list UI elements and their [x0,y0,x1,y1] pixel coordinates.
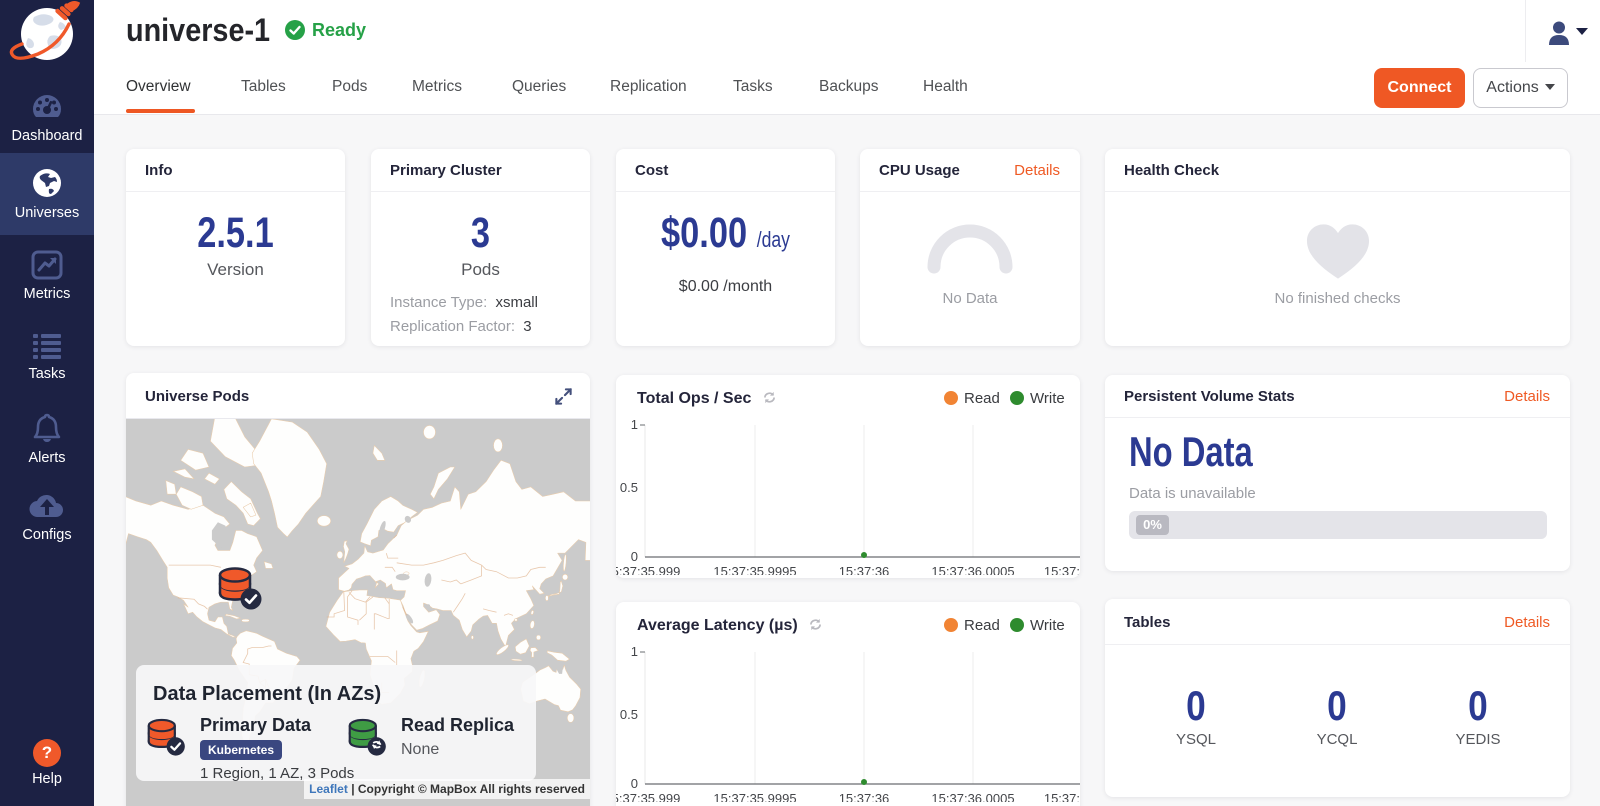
svg-text:15:37:36.0005: 15:37:36.0005 [931,791,1014,802]
svg-text:15:37:36: 15:37:36 [839,564,890,575]
svg-text:0.5: 0.5 [620,480,638,495]
svg-text:0: 0 [631,776,638,791]
svg-text:1: 1 [631,417,638,432]
svg-text:15:37:35.9995: 15:37:35.9995 [713,564,796,575]
svg-text:1: 1 [631,644,638,659]
svg-text:5:37:35.999: 5:37:35.999 [616,791,680,802]
svg-text:0.5: 0.5 [620,707,638,722]
svg-text:5:37:35.999: 5:37:35.999 [616,564,680,575]
svg-text:0: 0 [631,549,638,564]
svg-text:15:37:36: 15:37:36 [839,791,890,802]
svg-text:15:37:35.9995: 15:37:35.9995 [713,791,796,802]
svg-text:15:37:: 15:37: [1044,791,1080,802]
svg-text:15:37:: 15:37: [1044,564,1080,575]
svg-text:15:37:36.0005: 15:37:36.0005 [931,564,1014,575]
